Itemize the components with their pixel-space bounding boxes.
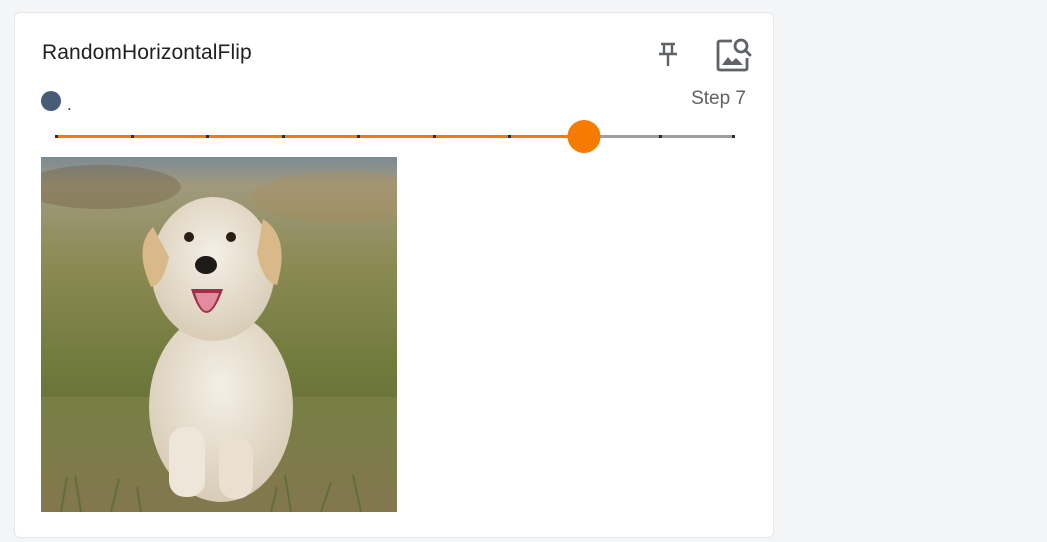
slider-thumb[interactable] xyxy=(567,120,601,153)
pin-icon xyxy=(659,42,677,66)
step-label: Step 7 xyxy=(691,88,746,109)
slider-track-fill xyxy=(55,135,584,138)
slider-tick xyxy=(508,135,512,138)
image-search-icon xyxy=(716,38,752,72)
puppy-image xyxy=(41,157,397,512)
image-search-button[interactable] xyxy=(713,35,755,75)
slider-tick xyxy=(432,135,436,138)
slider-tick xyxy=(130,135,134,138)
slider-tick xyxy=(659,135,663,138)
image-card: RandomHorizontalFlip . Step 7 xyxy=(14,12,774,538)
slider-tick xyxy=(357,135,361,138)
slider-tick xyxy=(281,135,285,138)
slider-tick xyxy=(206,135,210,138)
sample-image xyxy=(41,157,397,512)
step-slider[interactable] xyxy=(55,119,735,153)
card-title: RandomHorizontalFlip xyxy=(42,41,252,64)
run-label: . xyxy=(67,95,72,114)
slider-tick xyxy=(732,135,735,138)
pin-button[interactable] xyxy=(653,39,683,71)
run-legend: . xyxy=(41,87,72,115)
slider-tick xyxy=(55,135,58,138)
run-color-dot xyxy=(41,91,61,111)
